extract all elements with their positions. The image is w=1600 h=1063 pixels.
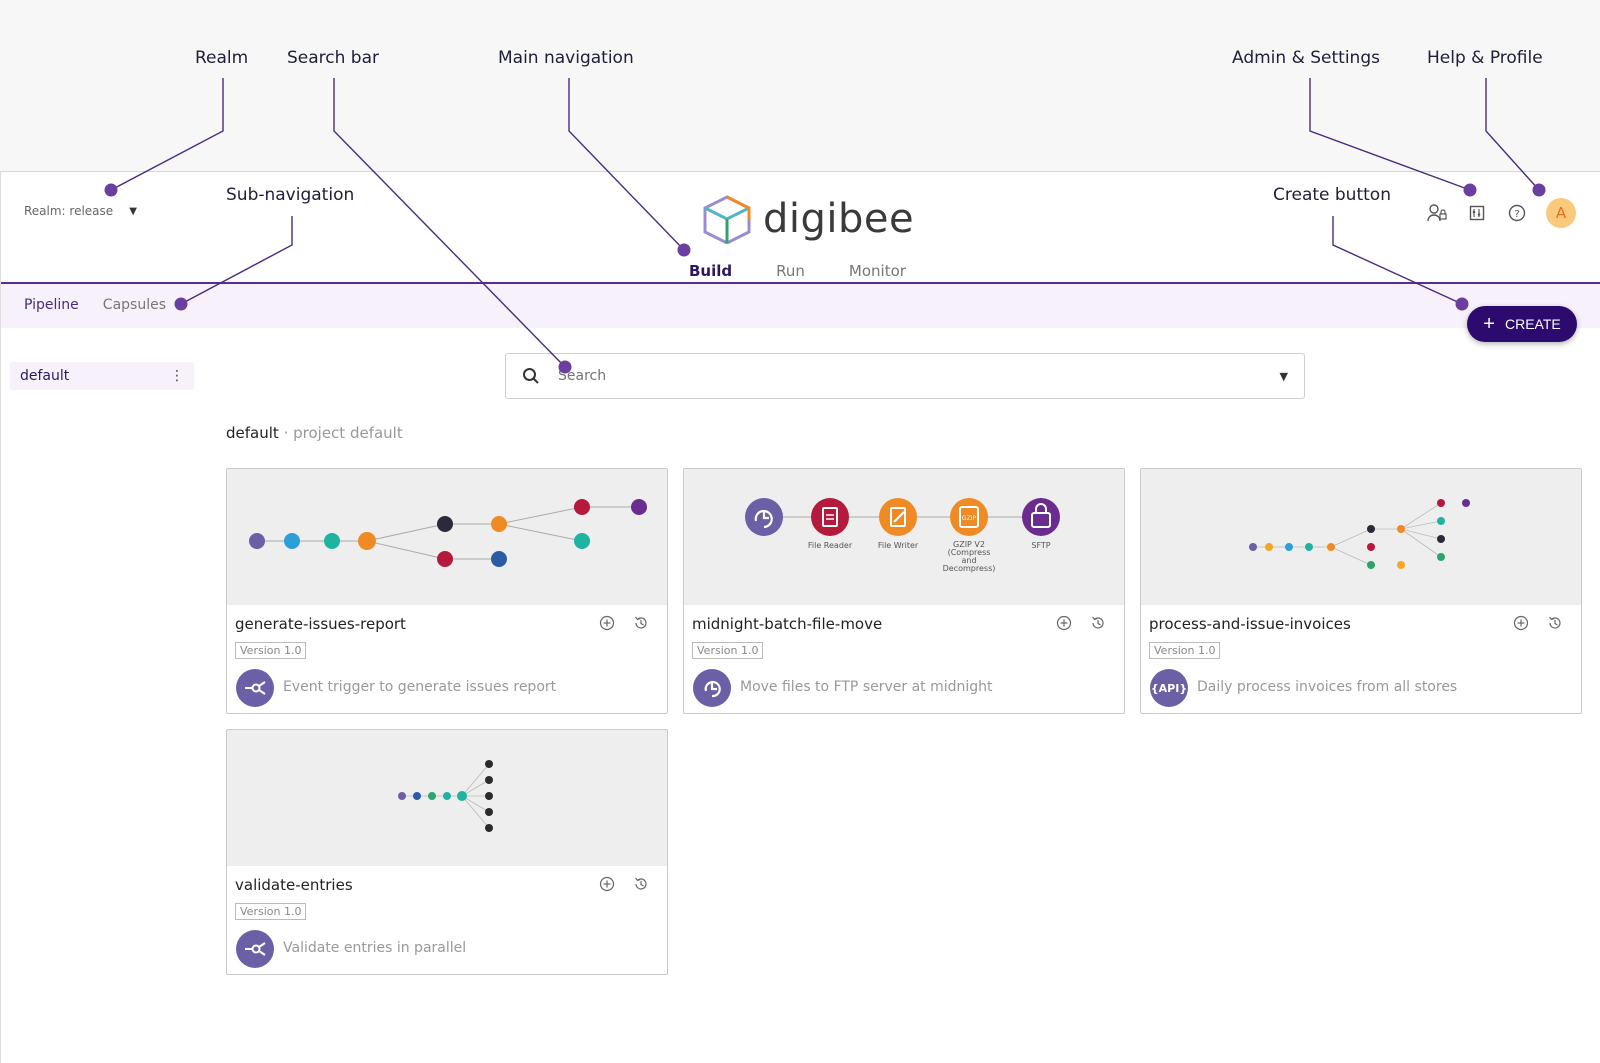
annotation-search-bar: Search bar bbox=[287, 48, 380, 68]
pipeline-preview bbox=[227, 730, 667, 866]
kebab-menu-icon[interactable]: ⋮ bbox=[170, 368, 184, 384]
avatar[interactable]: A bbox=[1546, 198, 1576, 228]
help-icon[interactable]: ? bbox=[1506, 202, 1528, 224]
pipeline-preview bbox=[1141, 469, 1581, 605]
pipeline-name[interactable]: midnight-batch-file-move bbox=[692, 615, 882, 633]
annotation-admin-settings: Admin & Settings bbox=[1232, 48, 1380, 68]
subnav-capsules[interactable]: Capsules bbox=[103, 297, 166, 313]
realm-label: Realm: release bbox=[24, 204, 114, 218]
version-badge: Version 1.0 bbox=[235, 903, 307, 920]
pipeline-description: Move files to FTP server at midnight bbox=[740, 679, 993, 695]
card-actions bbox=[1056, 615, 1106, 631]
annotation-realm: Realm bbox=[195, 48, 249, 68]
pipeline-card[interactable]: validate-entries Version 1.0 Validate en… bbox=[226, 729, 668, 975]
version-badge: Version 1.0 bbox=[235, 642, 307, 659]
scheduler-trigger-icon bbox=[693, 669, 731, 707]
sub-navigation-bar: Pipeline Capsules bbox=[1, 282, 1600, 328]
pipeline-card[interactable]: GZIP File Reader File Writer GZIP V2 (Co… bbox=[683, 468, 1125, 714]
history-icon[interactable] bbox=[1547, 615, 1563, 631]
chevron-down-icon[interactable]: ▼ bbox=[1280, 370, 1288, 383]
event-trigger-icon bbox=[236, 669, 274, 707]
add-version-icon[interactable] bbox=[1513, 615, 1529, 631]
history-icon[interactable] bbox=[633, 615, 649, 631]
sub-navigation: Pipeline Capsules bbox=[24, 297, 166, 313]
sidebar-item-default[interactable]: default ⋮ bbox=[10, 362, 194, 390]
annotation-dot bbox=[1455, 297, 1469, 311]
digibee-logo: digibee bbox=[701, 194, 914, 244]
breadcrumb-separator: · bbox=[283, 424, 289, 442]
breadcrumb: default · project default bbox=[226, 424, 403, 442]
annotation-dot bbox=[1532, 183, 1546, 197]
annotation-main-navigation: Main navigation bbox=[498, 48, 634, 68]
pipeline-diagram: GZIP bbox=[745, 498, 1060, 536]
pipeline-description: Event trigger to generate issues report bbox=[283, 679, 557, 695]
version-badge: Version 1.0 bbox=[1149, 642, 1221, 659]
chevron-down-icon: ▼ bbox=[129, 205, 137, 217]
sidebar-item-label: default bbox=[20, 368, 70, 384]
annotation-sub-navigation: Sub-navigation bbox=[226, 185, 355, 205]
pipeline-name[interactable]: validate-entries bbox=[235, 876, 353, 894]
event-trigger-icon bbox=[236, 930, 274, 968]
version-badge: Version 1.0 bbox=[692, 642, 764, 659]
subnav-pipeline[interactable]: Pipeline bbox=[24, 297, 79, 313]
svg-text:GZIP: GZIP bbox=[962, 515, 977, 522]
plus-icon: + bbox=[1483, 313, 1495, 335]
pipeline-diagram bbox=[1249, 499, 1470, 569]
history-icon[interactable] bbox=[633, 876, 649, 892]
add-version-icon[interactable] bbox=[1056, 615, 1072, 631]
annotation-create-button: Create button bbox=[1273, 185, 1391, 205]
search-bar: ▼ bbox=[505, 353, 1305, 399]
step-label: GZIP V2 (Compress and Decompress) bbox=[942, 540, 996, 573]
user-admin-icon[interactable] bbox=[1426, 202, 1448, 224]
annotation-dot bbox=[677, 243, 691, 257]
step-label: File Writer bbox=[877, 541, 919, 550]
api-trigger-icon: {API} bbox=[1150, 669, 1188, 707]
card-actions bbox=[599, 615, 649, 631]
app-window: Realm: release ▼ Sub-navigation Create b… bbox=[0, 171, 1600, 1063]
annotation-dot bbox=[558, 360, 572, 374]
create-button[interactable]: + CREATE bbox=[1467, 306, 1577, 342]
svg-text:?: ? bbox=[1514, 209, 1519, 220]
annotation-dot bbox=[174, 297, 188, 311]
pipeline-name[interactable]: process-and-issue-invoices bbox=[1149, 615, 1351, 633]
pipeline-preview: GZIP File Reader File Writer GZIP V2 (Co… bbox=[684, 469, 1124, 605]
breadcrumb-subtitle: project default bbox=[293, 424, 403, 442]
pipeline-diagram bbox=[249, 499, 647, 567]
pipeline-card[interactable]: process-and-issue-invoices Version 1.0 {… bbox=[1140, 468, 1582, 714]
cube-logo-icon bbox=[703, 195, 751, 244]
pipeline-card[interactable]: generate-issues-report Version 1.0 Event… bbox=[226, 468, 668, 714]
create-label: CREATE bbox=[1504, 316, 1561, 332]
search-input[interactable] bbox=[558, 368, 1280, 384]
card-actions bbox=[599, 876, 649, 892]
step-label: SFTP bbox=[1031, 541, 1051, 550]
add-version-icon[interactable] bbox=[599, 876, 615, 892]
pipeline-diagram bbox=[398, 760, 493, 832]
pipeline-description: Validate entries in parallel bbox=[283, 940, 467, 956]
logo-text: digibee bbox=[763, 196, 915, 242]
pipeline-preview bbox=[227, 469, 667, 605]
header-actions: ? A bbox=[1426, 198, 1576, 228]
add-version-icon[interactable] bbox=[599, 615, 615, 631]
pipeline-name[interactable]: generate-issues-report bbox=[235, 615, 406, 633]
search-icon bbox=[523, 368, 539, 384]
pipeline-description: Daily process invoices from all stores bbox=[1197, 679, 1458, 695]
annotation-dot bbox=[104, 183, 118, 197]
card-actions bbox=[1513, 615, 1563, 631]
realm-selector[interactable]: Realm: release ▼ bbox=[24, 204, 137, 218]
settings-panel-icon[interactable] bbox=[1466, 202, 1488, 224]
breadcrumb-project: default bbox=[226, 424, 279, 442]
history-icon[interactable] bbox=[1090, 615, 1106, 631]
step-label: File Reader bbox=[807, 541, 853, 550]
annotation-dot bbox=[1463, 183, 1477, 197]
annotation-help-profile: Help & Profile bbox=[1427, 48, 1543, 68]
